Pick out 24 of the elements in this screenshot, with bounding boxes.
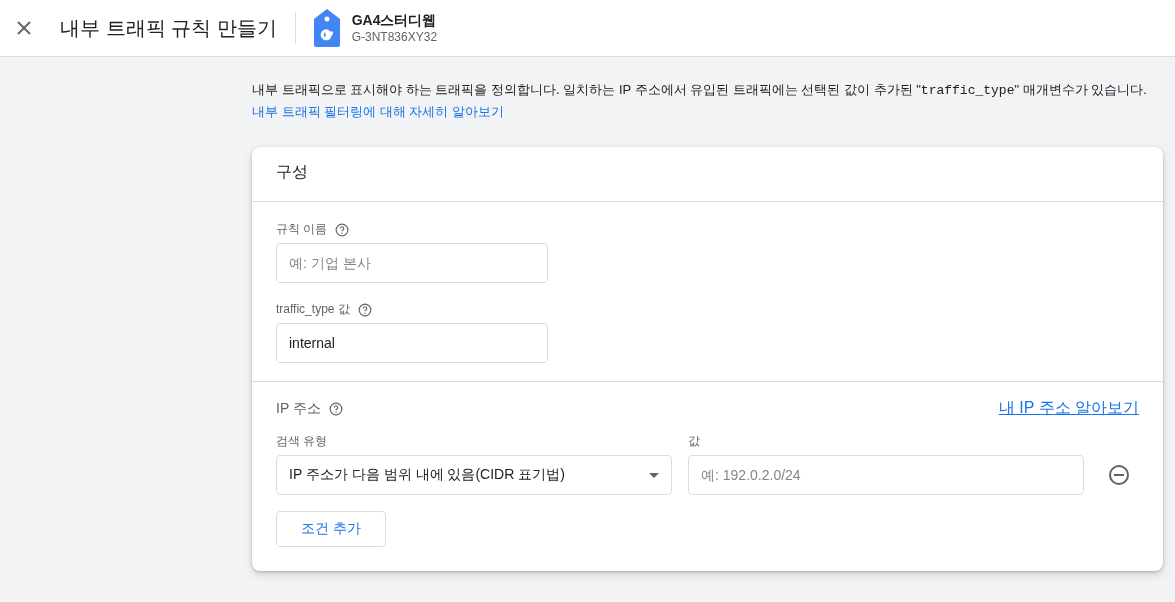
add-condition-button[interactable]: 조건 추가 [276,511,386,547]
input-field[interactable]: 예: 192.0.2.0/24 [688,455,1084,495]
help-icon[interactable] [335,222,350,237]
input-field[interactable]: internal [276,323,548,363]
field-label: 규칙 이름 [276,221,328,238]
caret-icon [649,472,659,478]
help-icon[interactable] [328,401,343,416]
property-id: G-3NT836XY32 [351,30,438,44]
input-field[interactable]: 예: 기업 본사 [276,243,548,283]
page-title: 내부 트래픽 규칙 만들기 [60,15,277,41]
card-title: 구성 [252,147,1163,202]
match-type-dropdown[interactable]: IP 주소가 다음 범위 내에 있음(CIDR 표기법) [276,455,672,495]
remove-icon[interactable] [1108,464,1130,486]
field-label: 검색 유형 [276,433,328,450]
property-name: GA4스터디웹 [351,12,438,30]
close-icon[interactable] [16,20,32,36]
field-label: traffic_type 값 [276,301,350,318]
help-icon[interactable] [357,302,372,317]
section-title: IP 주소 [276,399,321,418]
find-ip-link[interactable]: 내 IP 주소 알아보기 [998,398,1139,419]
learn-more-link[interactable]: 내부 트래픽 필터링에 대해 자세히 알아보기 [252,104,505,119]
tag-logo-icon [313,9,340,47]
description-text: 내부 트래픽으로 표시해야 하는 트래픽을 정의합니다. 일치하는 IP 주소에서 유입된 트래픽에는 선택된 값이 추가된 "traffic_type" 매개변수가 있습니다. 내부 트래픽 필터링에 대해 자세히 알아보기 [252,81,1148,121]
field-label: 값 [688,433,700,450]
